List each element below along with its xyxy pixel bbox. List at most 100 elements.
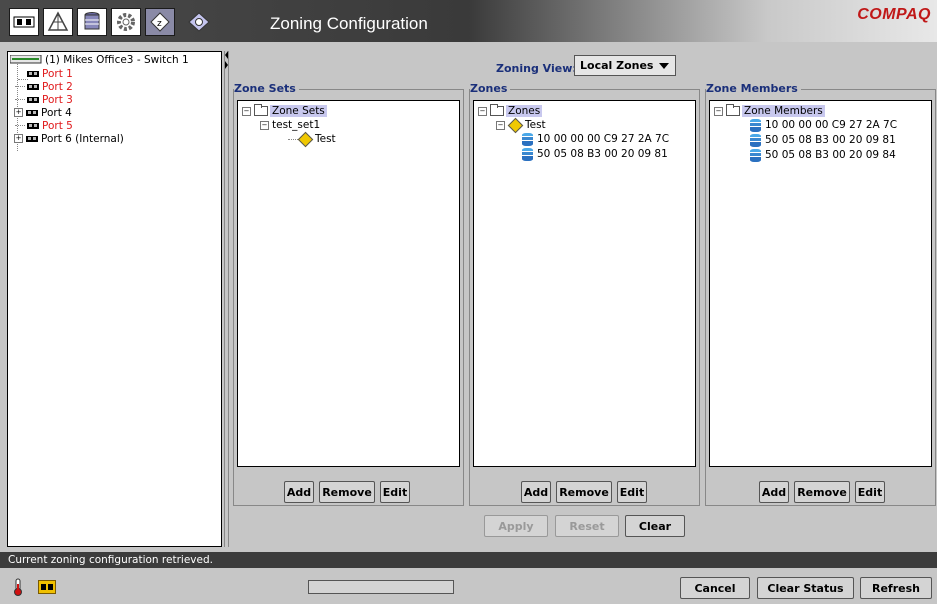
collapse-icon[interactable]: − [242, 106, 251, 116]
zone-sets-root[interactable]: − Zone Sets [242, 104, 327, 118]
zone-members-panel: Zone Members − Zone Members 10 00 00 00 … [705, 82, 936, 506]
tree-port-label: Port 2 [42, 80, 73, 93]
tree-item-port-3[interactable]: Port 3 [15, 93, 73, 106]
tree-port-label: Port 1 [42, 67, 73, 80]
zones-remove-button[interactable]: Remove [556, 481, 612, 503]
zone-sets-remove-button[interactable]: Remove [319, 481, 375, 503]
svg-text:z: z [157, 19, 162, 29]
folder-icon [726, 104, 740, 116]
zone-sets-title: Zone Sets [234, 82, 299, 95]
zone-sets-add-button[interactable]: Add [284, 481, 314, 503]
storage-device-icon [750, 148, 761, 162]
member-item[interactable]: 50 05 08 B3 00 20 09 84 [750, 148, 896, 162]
zoning-view-select[interactable]: Local Zones [574, 55, 676, 76]
port-icon [27, 96, 39, 103]
tree-item-port-4[interactable]: + Port 4 [14, 106, 72, 119]
apply-button[interactable]: Apply [484, 515, 548, 537]
member-item[interactable]: 50 05 08 B3 00 20 09 81 [750, 133, 896, 147]
zone-label: Test [525, 119, 546, 131]
folder-icon [490, 104, 504, 116]
zone-members-add-button[interactable]: Add [759, 481, 789, 503]
zone-sets-panel: Zone Sets − Zone Sets − test_set1 Test A… [233, 82, 464, 506]
expand-icon[interactable]: + [14, 108, 23, 117]
refresh-button[interactable]: Refresh [860, 577, 932, 599]
zoning-config-icon [185, 8, 213, 36]
fabric-icon[interactable] [43, 8, 73, 36]
tree-port-label: Port 5 [42, 119, 73, 132]
collapse-icon[interactable]: − [478, 106, 487, 116]
tree-item-port-2[interactable]: Port 2 [15, 80, 73, 93]
port-icon [27, 83, 39, 90]
zones-add-button[interactable]: Add [521, 481, 551, 503]
ports-icon[interactable] [9, 8, 39, 36]
tree-port-label: Port 3 [42, 93, 73, 106]
zone-member-item[interactable]: 50 05 08 B3 00 20 09 81 [522, 147, 668, 161]
zones-root-label: Zones [506, 105, 543, 117]
zones-root[interactable]: − Zones [478, 104, 543, 118]
zone-members-root[interactable]: − Zone Members [714, 104, 825, 118]
tree-root-label: (1) Mikes Office3 - Switch 1 [45, 53, 189, 66]
zone-icon [507, 117, 524, 133]
tree-item-port-1[interactable]: Port 1 [15, 67, 73, 80]
reset-button[interactable]: Reset [555, 515, 619, 537]
tree-port-label: Port 4 [41, 106, 72, 119]
zone-members-edit-button[interactable]: Edit [855, 481, 885, 503]
port-icon [27, 122, 39, 129]
zone-members-title: Zone Members [706, 82, 801, 95]
member-item[interactable]: 10 00 00 00 C9 27 2A 7C [750, 118, 897, 132]
tree-root-switch[interactable]: (1) Mikes Office3 - Switch 1 [10, 53, 189, 66]
zone-members-tree: − Zone Members 10 00 00 00 C9 27 2A 7C 5… [709, 100, 932, 467]
zones-edit-button[interactable]: Edit [617, 481, 647, 503]
member-wwn: 50 05 08 B3 00 20 09 81 [765, 134, 896, 146]
zones-title: Zones [470, 82, 511, 95]
tree-item-port-5[interactable]: Port 5 [15, 119, 73, 132]
member-wwn: 50 05 08 B3 00 20 09 84 [765, 149, 896, 161]
storage-device-icon [522, 147, 533, 161]
collapse-icon[interactable]: − [260, 120, 269, 130]
zone-set-zone-label: Test [315, 133, 336, 145]
collapse-icon[interactable]: − [714, 106, 723, 116]
progress-bar [308, 580, 454, 594]
brand-logo: COMPAQ [857, 6, 931, 23]
member-wwn: 10 00 00 00 C9 27 2A 7C [765, 119, 898, 131]
zone-set-zone-item[interactable]: Test [288, 131, 336, 147]
status-message: Current zoning configuration retrieved. [0, 552, 937, 568]
splitter-handle[interactable] [224, 51, 229, 547]
tree-port-label: Port 6 (Internal) [41, 132, 124, 145]
chevron-down-icon [659, 63, 669, 69]
zoning-view-value: Local Zones [580, 59, 654, 72]
zone-members-remove-button[interactable]: Remove [794, 481, 850, 503]
port-icon [26, 109, 38, 116]
zone-members-root-label: Zone Members [742, 105, 825, 117]
port-status-icon [38, 580, 56, 594]
zone-set-label: test_set1 [272, 119, 321, 131]
tree-item-port-6[interactable]: + Port 6 (Internal) [14, 132, 124, 145]
zones-panel: Zones − Zones − Test 10 00 00 00 C9 27 2… [469, 82, 700, 506]
switch-icon [10, 55, 42, 64]
zones-tree: − Zones − Test 10 00 00 00 C9 27 2A 7C 5… [473, 100, 696, 467]
clear-status-button[interactable]: Clear Status [757, 577, 854, 599]
cancel-button[interactable]: Cancel [680, 577, 750, 599]
storage-device-icon [522, 132, 533, 146]
zoning-icon[interactable]: z [145, 8, 175, 36]
collapse-icon[interactable]: − [496, 120, 505, 130]
clear-button[interactable]: Clear [625, 515, 685, 537]
port-icon [27, 70, 39, 77]
zone-member-wwn: 10 00 00 00 C9 27 2A 7C [537, 133, 670, 145]
port-icon [26, 135, 38, 142]
storage-device-icon [750, 118, 761, 132]
zone-member-item[interactable]: 10 00 00 00 C9 27 2A 7C [522, 132, 669, 146]
storage-icon[interactable] [77, 8, 107, 36]
settings-gear-icon[interactable] [111, 8, 141, 36]
expand-icon[interactable]: + [14, 134, 23, 143]
zone-member-wwn: 50 05 08 B3 00 20 09 81 [537, 148, 668, 160]
storage-device-icon [750, 133, 761, 147]
switch-tree: (1) Mikes Office3 - Switch 1 Port 1 Port… [7, 51, 222, 547]
zone-item[interactable]: − Test [496, 117, 546, 133]
zone-sets-edit-button[interactable]: Edit [380, 481, 410, 503]
thermometer-icon [13, 578, 23, 596]
zone-sets-root-label: Zone Sets [270, 105, 327, 117]
zone-set-item[interactable]: − test_set1 [260, 118, 320, 132]
zone-icon [297, 131, 314, 147]
zone-sets-tree: − Zone Sets − test_set1 Test [237, 100, 460, 467]
